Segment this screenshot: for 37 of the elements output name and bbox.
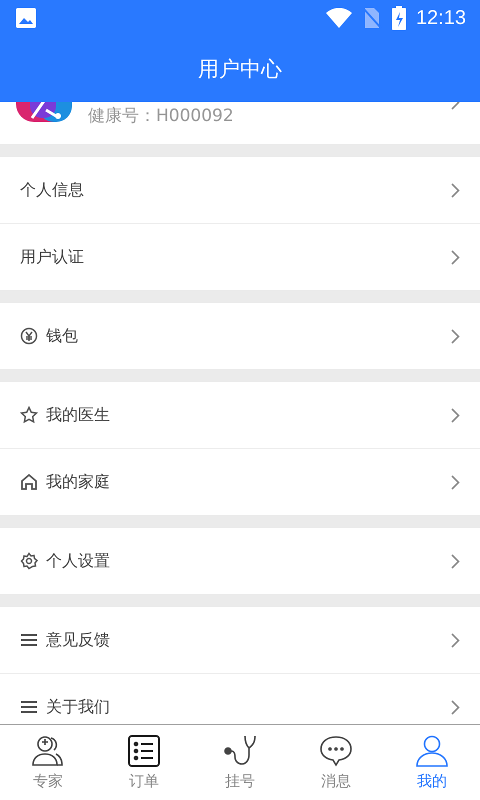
chevron-right-icon	[451, 182, 460, 198]
status-time: 12:13	[416, 6, 466, 30]
star-icon	[20, 406, 38, 424]
menu-item[interactable]: 意见反馈	[0, 607, 480, 673]
list-icon	[127, 734, 161, 768]
person-icon	[415, 734, 449, 768]
chat-icon	[319, 734, 353, 768]
image-icon	[16, 8, 36, 28]
page-title: 用户中心	[198, 56, 282, 83]
menu-item[interactable]: 钱包	[0, 303, 480, 369]
chevron-right-icon	[451, 408, 460, 422]
tab[interactable]: 我的	[384, 725, 480, 800]
chevron-right-icon	[451, 700, 460, 714]
settings-icon	[20, 552, 38, 570]
wifi-icon	[326, 8, 352, 28]
menu-item[interactable]: 我的医生	[0, 382, 480, 448]
battery-icon	[392, 6, 406, 30]
health-id: 健康号：H000092	[88, 105, 234, 127]
doctor-icon	[31, 734, 65, 768]
tab[interactable]: 消息	[288, 725, 384, 800]
chevron-right-icon	[451, 554, 460, 568]
stethoscope-icon	[223, 734, 257, 768]
chevron-right-icon	[451, 474, 460, 490]
chevron-right-icon	[451, 250, 460, 264]
chevron-right-icon	[451, 632, 460, 648]
tab[interactable]: 订单	[96, 725, 192, 800]
home-icon	[20, 473, 38, 491]
menu-item[interactable]: 我的家庭	[0, 448, 480, 515]
yen-icon	[20, 327, 38, 345]
menu-item[interactable]: 用户认证	[0, 223, 480, 290]
menu-item[interactable]: 个人信息	[0, 157, 480, 223]
chevron-right-icon	[451, 328, 460, 344]
tab[interactable]: 挂号	[192, 725, 288, 800]
tab[interactable]: 专家	[0, 725, 96, 800]
menu-icon	[20, 698, 38, 716]
menu-item[interactable]: 个人设置	[0, 528, 480, 594]
menu-icon	[20, 631, 38, 649]
